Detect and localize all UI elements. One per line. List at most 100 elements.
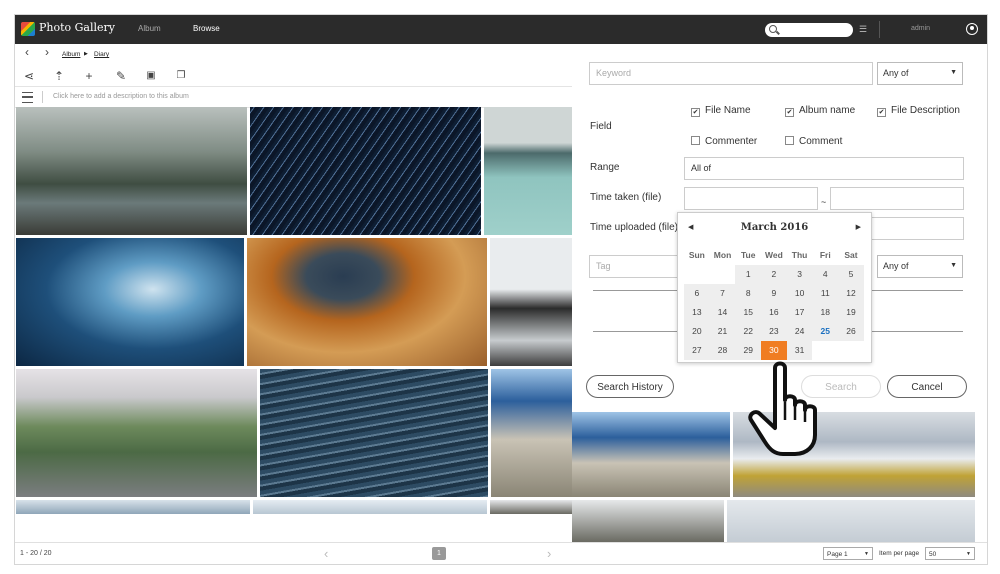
field-album-name-checkbox[interactable]: ✔ Album name bbox=[785, 105, 855, 117]
calendar-day[interactable]: 25 bbox=[812, 322, 839, 341]
calendar-day[interactable]: 20 bbox=[684, 322, 710, 341]
weekday-header: Tue bbox=[740, 250, 756, 260]
album-toolbar: ⋖ ⇡ + ✎ ▣ ❐ bbox=[15, 69, 572, 87]
calendar-day[interactable]: 10 bbox=[786, 284, 813, 303]
calendar-day[interactable]: 28 bbox=[709, 341, 736, 360]
nav-browse[interactable]: Browse bbox=[193, 24, 220, 33]
field-comment-checkbox[interactable]: Comment bbox=[785, 136, 842, 147]
forward-icon[interactable]: › bbox=[45, 46, 49, 58]
previous-page-icon[interactable]: ‹ bbox=[324, 546, 328, 561]
calendar-day[interactable]: 19 bbox=[838, 303, 864, 322]
calendar-day[interactable]: 17 bbox=[786, 303, 813, 322]
photo-lake-cliff-right[interactable] bbox=[572, 412, 730, 497]
calendar-day[interactable]: 21 bbox=[709, 322, 736, 341]
calendar-day[interactable]: 2 bbox=[761, 265, 787, 284]
app-window: Photo Gallery Album Browse ☰ admin ‹ › A… bbox=[14, 14, 988, 565]
share-icon[interactable]: ⋖ bbox=[22, 69, 36, 83]
description-placeholder[interactable]: Click here to add a description to this … bbox=[53, 93, 189, 100]
tag-input[interactable]: Tag bbox=[589, 255, 687, 278]
calendar-day[interactable]: 6 bbox=[684, 284, 710, 303]
items-per-page-select[interactable]: 50 ▼ bbox=[925, 547, 975, 560]
calendar-day[interactable]: 26 bbox=[838, 322, 864, 341]
copy-icon[interactable]: ❐ bbox=[174, 69, 188, 83]
calendar-day[interactable]: 29 bbox=[735, 341, 762, 360]
calendar-day[interactable]: 13 bbox=[684, 303, 710, 322]
top-search-input[interactable] bbox=[765, 23, 853, 37]
filter-icon[interactable]: ☰ bbox=[859, 25, 870, 34]
breadcrumb-album[interactable]: Album bbox=[62, 51, 80, 58]
current-page[interactable]: 1 bbox=[432, 547, 446, 560]
calendar-day[interactable]: 12 bbox=[838, 284, 864, 303]
calendar-day[interactable]: 8 bbox=[735, 284, 762, 303]
range-input[interactable]: All of bbox=[684, 157, 964, 180]
calendar-day[interactable]: 22 bbox=[735, 322, 762, 341]
next-month-icon[interactable]: ▶ bbox=[856, 223, 861, 231]
calendar-day[interactable]: 31 bbox=[786, 341, 813, 360]
weekday-header: Mon bbox=[713, 250, 732, 260]
upload-icon[interactable]: ⇡ bbox=[52, 69, 66, 83]
back-icon[interactable]: ‹ bbox=[25, 46, 29, 58]
next-page-icon[interactable]: › bbox=[547, 546, 551, 561]
photo-fog[interactable] bbox=[727, 500, 975, 542]
weekday-header: Thu bbox=[791, 250, 808, 260]
photo-star-trails[interactable] bbox=[250, 107, 481, 235]
description-bar[interactable]: Click here to add a description to this … bbox=[15, 86, 572, 108]
photo-sea[interactable] bbox=[484, 107, 572, 235]
field-file-description-checkbox[interactable]: ✔ File Description bbox=[877, 105, 960, 117]
slideshow-icon[interactable]: ▣ bbox=[144, 69, 158, 83]
calendar-day[interactable]: 1 bbox=[735, 265, 762, 284]
calendar-day[interactable]: 5 bbox=[838, 265, 864, 284]
keyword-input[interactable]: Keyword bbox=[589, 62, 873, 85]
calendar-day[interactable]: 15 bbox=[735, 303, 762, 322]
item-count: 1 - 20 / 20 bbox=[20, 550, 52, 557]
checkbox-checked-icon: ✔ bbox=[877, 108, 886, 117]
photo-cliff[interactable] bbox=[490, 238, 572, 366]
page-select[interactable]: Page 1 ▼ bbox=[823, 547, 873, 560]
photo-rock-right[interactable] bbox=[572, 500, 724, 542]
calendar-day[interactable]: 16 bbox=[761, 303, 787, 322]
photo-rock[interactable] bbox=[490, 500, 572, 514]
user-icon[interactable] bbox=[966, 23, 978, 35]
field-file-name-checkbox[interactable]: ✔ File Name bbox=[691, 105, 751, 117]
photo-wave[interactable] bbox=[16, 238, 244, 366]
keyword-match-select[interactable]: Any of ▼ bbox=[877, 62, 963, 85]
calendar-day[interactable]: 11 bbox=[812, 284, 839, 303]
cancel-button[interactable]: Cancel bbox=[887, 375, 967, 398]
chevron-down-icon: ▼ bbox=[950, 69, 957, 76]
time-uploaded-label: Time uploaded (file) bbox=[590, 222, 679, 233]
chevron-down-icon: ▼ bbox=[864, 551, 869, 557]
time-taken-start-input[interactable] bbox=[684, 187, 818, 210]
calendar-day[interactable]: 9 bbox=[761, 284, 787, 303]
photo-city-park[interactable] bbox=[16, 369, 257, 497]
calendar-day[interactable]: 4 bbox=[812, 265, 839, 284]
edit-icon[interactable]: ✎ bbox=[114, 69, 128, 83]
field-commenter-checkbox[interactable]: Commenter bbox=[691, 136, 757, 147]
username[interactable]: admin bbox=[911, 25, 930, 32]
time-taken-end-input[interactable] bbox=[830, 187, 964, 210]
calendar-day[interactable]: 7 bbox=[709, 284, 736, 303]
calendar-day[interactable]: 24 bbox=[786, 322, 813, 341]
hand-cursor-icon bbox=[748, 361, 817, 456]
range-label: Range bbox=[590, 162, 620, 173]
calendar-day[interactable]: 27 bbox=[684, 341, 710, 360]
breadcrumb-diary[interactable]: Diary bbox=[94, 51, 109, 58]
photo-mountains[interactable] bbox=[16, 500, 250, 514]
field-album-name-label: Album name bbox=[799, 105, 856, 116]
calendar-day-selected[interactable]: 30 bbox=[761, 341, 787, 360]
photo-ocean-waves[interactable] bbox=[260, 369, 488, 497]
nav-album[interactable]: Album bbox=[138, 24, 161, 33]
calendar-day[interactable]: 3 bbox=[786, 265, 813, 284]
tag-match-select[interactable]: Any of ▼ bbox=[877, 255, 963, 278]
field-label: Field bbox=[590, 121, 612, 132]
photo-river[interactable] bbox=[16, 107, 247, 235]
calendar-day[interactable]: 14 bbox=[709, 303, 736, 322]
photo-clouds[interactable] bbox=[253, 500, 487, 514]
search-history-button[interactable]: Search History bbox=[586, 375, 674, 398]
weekday-header: Wed bbox=[765, 250, 783, 260]
photo-lake-cliff[interactable] bbox=[491, 369, 572, 497]
calendar-day[interactable]: 23 bbox=[761, 322, 787, 341]
menu-icon[interactable] bbox=[22, 92, 33, 103]
photo-crater[interactable] bbox=[247, 238, 487, 366]
add-icon[interactable]: + bbox=[82, 69, 96, 83]
calendar-day[interactable]: 18 bbox=[812, 303, 839, 322]
